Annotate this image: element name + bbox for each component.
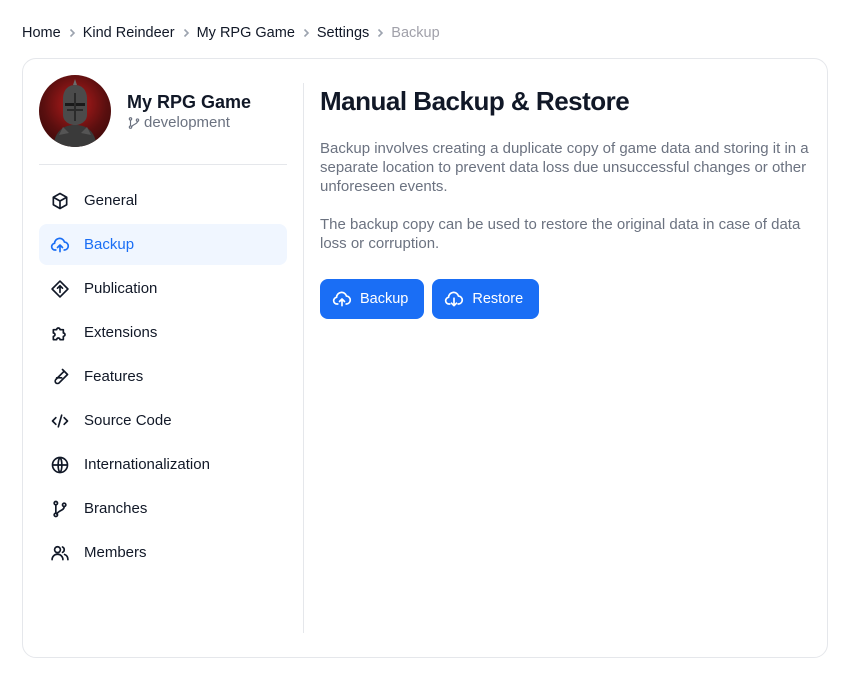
description-paragraph: The backup copy can be used to restore t… [320,216,801,252]
breadcrumb-organization[interactable]: Kind Reindeer [83,25,175,41]
knight-icon [53,79,97,147]
backup-button[interactable]: Backup [320,279,425,319]
settings-card: My RPG Game development General Backup P… [22,58,828,658]
chevron-right-icon [61,27,83,39]
restore-button[interactable]: Restore [432,279,540,319]
nav-item-label: General [84,192,138,209]
project-branch-label: development [144,114,230,131]
settings-sidebar: My RPG Game development General Backup P… [39,59,287,657]
restore-button-label: Restore [472,291,524,307]
nav-item-extensions[interactable]: Extensions [39,312,287,353]
breadcrumb: Home Kind Reindeer My RPG Game Settings … [22,23,440,43]
git-branch-icon [50,499,70,519]
nav-item-publication[interactable]: Publication [39,268,287,309]
puzzle-icon [50,323,70,343]
avatar [39,75,111,147]
nav-item-label: Backup [84,236,135,253]
nav-item-label: Branches [84,500,148,517]
nav-item-label: Extensions [84,324,158,341]
backup-button-label: Backup [360,291,409,307]
nav-item-internationalization[interactable]: Internationalization [39,444,287,485]
diamond-upload-icon [50,279,70,299]
settings-nav: General Backup Publication Extensions Fe… [39,180,287,576]
nav-item-features[interactable]: Features [39,356,287,397]
action-buttons: Backup Restore [320,279,810,319]
project-branch: development [127,114,251,132]
globe-icon [50,455,70,475]
nav-item-label: Publication [84,280,158,297]
nav-item-branches[interactable]: Branches [39,488,287,529]
cloud-upload-icon [50,235,70,255]
nav-item-members[interactable]: Members [39,532,287,573]
main-content: Manual Backup & Restore Backup involves … [320,85,810,319]
code-icon [50,411,70,431]
nav-item-general[interactable]: General [39,180,287,221]
git-branch-icon [128,117,140,129]
breadcrumb-settings[interactable]: Settings [317,25,369,41]
nav-item-label: Members [84,544,147,561]
flask-icon [50,367,70,387]
breadcrumb-current: Backup [391,25,440,41]
breadcrumb-project[interactable]: My RPG Game [197,25,295,41]
cloud-download-icon [444,289,464,309]
breadcrumb-home[interactable]: Home [22,25,61,41]
nav-item-label: Internationalization [84,456,210,473]
description-paragraph: Backup involves creating a duplicate cop… [320,140,809,195]
vertical-divider [303,83,304,633]
chevron-right-icon [175,27,197,39]
sidebar-divider [39,164,287,165]
project-header: My RPG Game development [39,75,251,147]
chevron-right-icon [295,27,317,39]
page-title: Manual Backup & Restore [320,86,630,116]
cube-icon [50,191,70,211]
project-name: My RPG Game [127,92,252,112]
users-icon [50,543,70,563]
chevron-right-icon [369,27,391,39]
nav-item-backup[interactable]: Backup [39,224,287,265]
nav-item-source-code[interactable]: Source Code [39,400,287,441]
nav-item-label: Features [84,368,144,385]
nav-item-label: Source Code [84,412,172,429]
cloud-upload-icon [332,289,352,309]
